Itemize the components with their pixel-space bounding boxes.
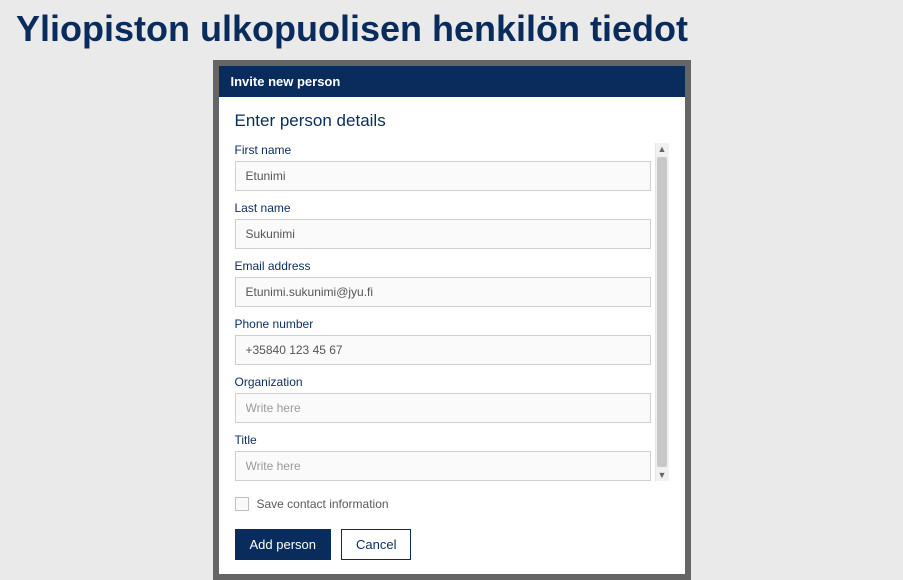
organization-label: Organization xyxy=(235,375,651,389)
last-name-label: Last name xyxy=(235,201,651,215)
last-name-input[interactable] xyxy=(235,219,651,249)
email-input[interactable] xyxy=(235,277,651,307)
invite-dialog: Invite new person Enter person details F… xyxy=(213,60,691,580)
add-person-button[interactable]: Add person xyxy=(235,529,332,560)
scroll-up-icon[interactable]: ▲ xyxy=(658,143,667,155)
last-name-group: Last name xyxy=(235,201,651,249)
email-group: Email address xyxy=(235,259,651,307)
email-label: Email address xyxy=(235,259,651,273)
title-input[interactable] xyxy=(235,451,651,481)
phone-label: Phone number xyxy=(235,317,651,331)
save-contact-label: Save contact information xyxy=(257,497,389,511)
cancel-button[interactable]: Cancel xyxy=(341,529,411,560)
title-group: Title xyxy=(235,433,651,481)
save-contact-row: Save contact information xyxy=(235,497,669,511)
dialog-header: Invite new person xyxy=(219,66,685,97)
scroll-thumb[interactable] xyxy=(657,157,667,467)
scrollbar[interactable]: ▲ ▼ xyxy=(655,143,669,481)
first-name-group: First name xyxy=(235,143,651,191)
scroll-down-icon[interactable]: ▼ xyxy=(658,469,667,481)
dialog-buttons: Add person Cancel xyxy=(235,529,669,560)
page-title: Yliopiston ulkopuolisen henkilön tiedot xyxy=(0,0,903,60)
title-label: Title xyxy=(235,433,651,447)
first-name-label: First name xyxy=(235,143,651,157)
save-contact-checkbox[interactable] xyxy=(235,497,249,511)
first-name-input[interactable] xyxy=(235,161,651,191)
organization-input[interactable] xyxy=(235,393,651,423)
form-fields: First name Last name Email address Phone… xyxy=(235,143,651,481)
phone-group: Phone number xyxy=(235,317,651,365)
organization-group: Organization xyxy=(235,375,651,423)
phone-input[interactable] xyxy=(235,335,651,365)
dialog-body: Enter person details First name Last nam… xyxy=(219,97,685,574)
dialog-subtitle: Enter person details xyxy=(235,111,669,131)
